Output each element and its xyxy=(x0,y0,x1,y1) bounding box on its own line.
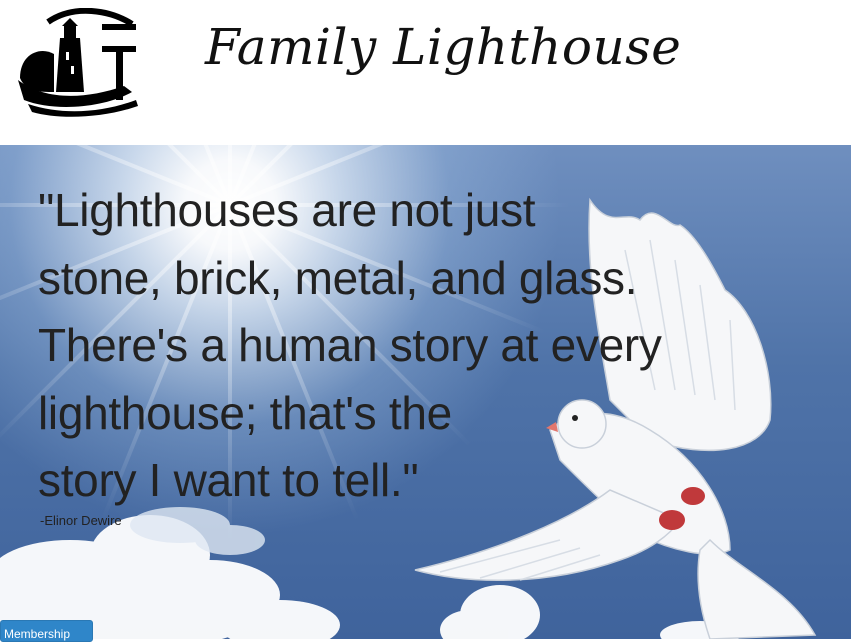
quote-line: There's a human story at every xyxy=(38,319,662,371)
lighthouse-logo-icon[interactable] xyxy=(14,8,140,118)
hero-quote: "Lighthouses are not just stone, brick, … xyxy=(38,177,718,515)
quote-line: "Lighthouses are not just xyxy=(38,184,536,236)
site-title[interactable]: Family Lighthouse xyxy=(205,18,681,76)
quote-line: lighthouse; that's the xyxy=(38,386,452,439)
hero-banner: "Lighthouses are not just stone, brick, … xyxy=(0,145,851,639)
quote-line: story I want to tell." xyxy=(38,454,419,506)
site-header: Family Lighthouse xyxy=(0,0,851,145)
quote-attribution: -Elinor Dewire xyxy=(40,513,122,528)
quote-line: stone, brick, metal, and glass. xyxy=(38,251,638,304)
